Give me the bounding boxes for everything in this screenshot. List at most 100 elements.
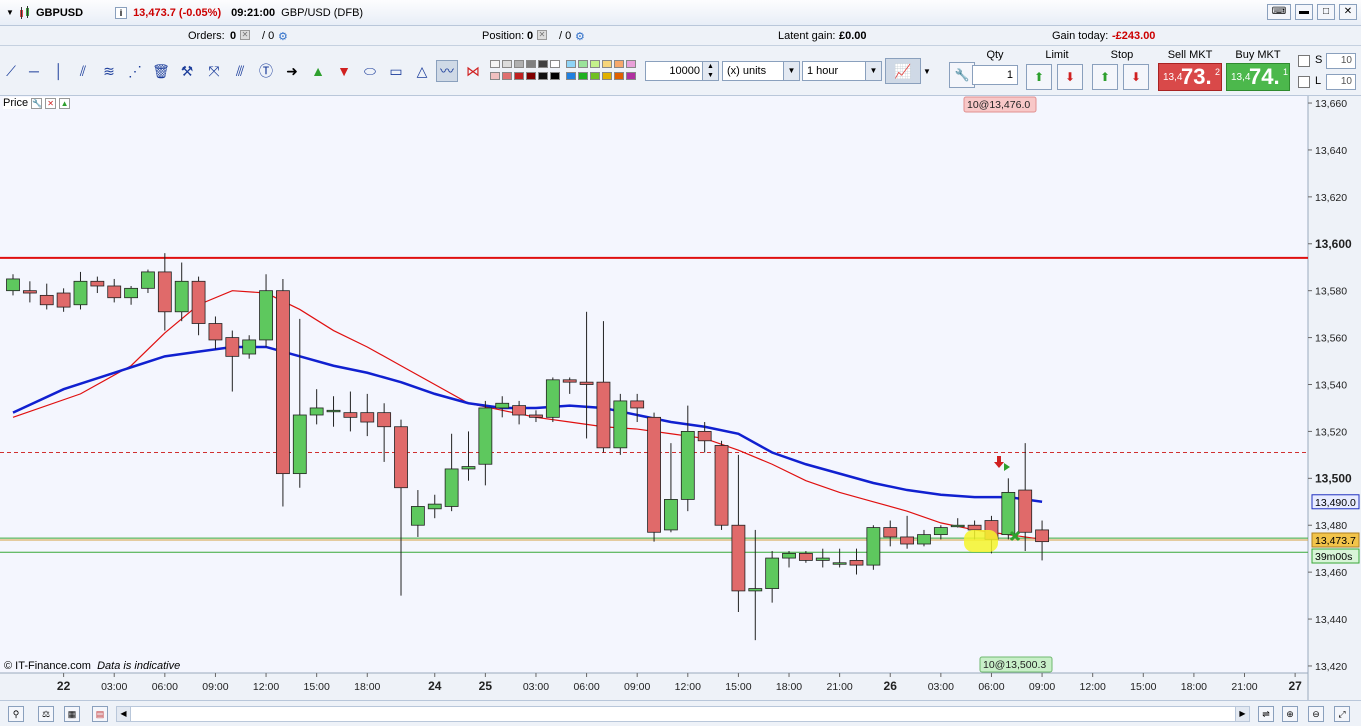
qty-label: Qty	[986, 49, 1004, 61]
indicators-icon[interactable]: 📈	[885, 58, 921, 84]
candle-body	[495, 402, 510, 409]
orders-clear-icon[interactable]: ✕	[240, 30, 250, 40]
position-value: 0	[527, 30, 534, 42]
minimize-icon[interactable]: ▬	[1295, 4, 1313, 20]
position-settings-gear-icon[interactable]: ⚙	[575, 30, 585, 43]
buy-price-prefix: 13,4	[1231, 72, 1251, 83]
y-tick-label: 13,620	[1315, 192, 1347, 204]
units-dropdown-icon[interactable]: ▼	[783, 62, 799, 80]
zoom-in-icon[interactable]: ⊕	[1282, 706, 1298, 722]
candle-body	[292, 414, 307, 475]
timeframe-dropdown-icon[interactable]: ▼	[865, 62, 881, 80]
x-tick-label: 03:00	[928, 681, 954, 693]
time-scrollbar[interactable]: ◀ ▶	[116, 706, 1250, 722]
limit-checkbox[interactable]	[1298, 76, 1310, 88]
candle-body	[866, 527, 881, 566]
pattern-tool-icon[interactable]: ⋈	[462, 60, 484, 82]
text-tool-icon[interactable]: Ⓣ	[255, 60, 277, 82]
units-select[interactable]: (x) units ▼	[722, 61, 800, 81]
qty-input[interactable]: 1	[972, 65, 1018, 85]
bottom-bar: ⚲ ⚖ ▦ ▤ ◀ ▶ ⇌ ⊕ ⊖ ⤢	[0, 700, 1361, 726]
price-chart[interactable]: 13,660 13,640 13,620 13,600 13,580 13,560 13,5…	[0, 96, 1361, 700]
candle-body	[259, 290, 273, 341]
copyright-note: © IT-Finance.com Data is indicative	[4, 660, 180, 672]
price-change: 13,473.7 (-0.05%)	[133, 6, 222, 19]
position-label: Position:	[482, 30, 525, 42]
rectangle-tool-icon[interactable]: ▭	[385, 60, 407, 82]
limit-distance-input[interactable]: 10	[1326, 74, 1356, 90]
bars-icon[interactable]: ▤	[92, 706, 108, 722]
y-tick-label: 13,440	[1315, 614, 1347, 626]
scroll-left-icon[interactable]: ◀	[117, 707, 131, 721]
candle-timer-tag: 39m00s	[1315, 551, 1352, 563]
candle-body	[714, 445, 729, 526]
x-tick-label: 12:00	[675, 681, 701, 693]
orders-settings-gear-icon[interactable]: ⚙	[278, 30, 288, 43]
tools-settings-icon[interactable]: ⚒	[176, 60, 198, 82]
line-tool-icon[interactable]: ⟋	[0, 60, 22, 82]
maximize-icon[interactable]: □	[1317, 4, 1335, 20]
panel-up-icon[interactable]: ▲	[59, 97, 71, 109]
panel-settings-wrench-icon[interactable]: 🔧	[31, 97, 43, 109]
triangle-tool-icon[interactable]: △	[411, 60, 433, 82]
gann-tool-icon[interactable]: ⫻	[229, 60, 251, 82]
candle-body	[1001, 491, 1016, 536]
buy-market-button[interactable]: 13,4 74. 1	[1226, 63, 1290, 91]
ellipse-tool-icon[interactable]: ⬭	[359, 60, 381, 82]
candle-body	[124, 287, 138, 299]
link-icon[interactable]: ⚲	[8, 706, 24, 722]
color-palette[interactable]	[490, 60, 640, 84]
chart-type-icon[interactable]: ⇌	[1258, 706, 1274, 722]
position-clear-icon[interactable]: ✕	[537, 30, 547, 40]
zigzag-tool-icon[interactable]: 〰	[436, 60, 458, 82]
buy-price-pip: 1	[1283, 67, 1289, 77]
quantity-stepper[interactable]: 10000 ▲ ▼	[645, 61, 719, 81]
delete-drawings-icon[interactable]: 🗑	[150, 60, 172, 82]
arrow-right-tool-icon[interactable]: ➜	[281, 60, 303, 82]
panel-close-icon[interactable]: ✕	[45, 97, 57, 109]
y-tick-label: 13,500	[1315, 471, 1352, 485]
gain-today-value: -£243.00	[1112, 30, 1156, 42]
zoom-out-icon[interactable]: ⊖	[1308, 706, 1324, 722]
y-tick-label: 13,580	[1315, 286, 1347, 298]
indicators-dropdown-icon[interactable]: ▼	[921, 60, 933, 82]
price-axis	[1308, 96, 1361, 700]
candle-body	[191, 280, 206, 324]
timeframe-select[interactable]: 1 hour ▼	[802, 61, 882, 81]
arrow-up-tool-icon[interactable]: ▲	[307, 60, 329, 82]
vertical-line-tool-icon[interactable]: │	[48, 60, 70, 82]
stop-sell-icon[interactable]: ⬇	[1123, 64, 1149, 90]
reset-zoom-icon[interactable]: ⤢	[1334, 706, 1350, 722]
stop-buy-icon[interactable]: ⬆	[1092, 64, 1118, 90]
window-menu-arrow-icon[interactable]: ▼	[2, 8, 18, 17]
chart-area[interactable]: 13,660 13,640 13,620 13,600 13,580 13,560 13,5…	[0, 96, 1361, 700]
horizontal-line-tool-icon[interactable]: ─	[23, 60, 45, 82]
keyboard-icon[interactable]: ⌨	[1267, 4, 1291, 20]
candle-body	[242, 339, 257, 355]
orders-label: Orders:	[188, 30, 225, 42]
candle-body	[157, 271, 172, 313]
fibonacci-tool-icon[interactable]: ≋	[98, 60, 120, 82]
gain-today-label: Gain today:	[1052, 30, 1109, 42]
candle-chart-icon	[20, 5, 29, 19]
info-icon[interactable]: i	[115, 6, 128, 19]
limit-buy-icon[interactable]: ⬆	[1026, 64, 1052, 90]
candle-body	[529, 414, 543, 418]
scale-icon[interactable]: ⚖	[38, 706, 54, 722]
close-icon[interactable]: ✕	[1339, 4, 1357, 20]
stepper-arrows-icon[interactable]: ▲ ▼	[702, 62, 718, 80]
scroll-right-icon[interactable]: ▶	[1235, 707, 1249, 721]
candle-body	[630, 400, 645, 409]
cross-tool-icon[interactable]: ⤧	[203, 60, 225, 82]
y-tick-label: 13,600	[1315, 237, 1352, 251]
arrow-down-tool-icon[interactable]: ▼	[333, 60, 355, 82]
x-tick-label: 06:00	[978, 681, 1004, 693]
channel-tool-icon[interactable]: ⫽	[72, 60, 94, 82]
sell-market-button[interactable]: 13,4 73. 2	[1158, 63, 1222, 91]
stop-checkbox[interactable]	[1298, 55, 1310, 67]
stop-distance-input[interactable]: 10	[1326, 53, 1356, 69]
grid-icon[interactable]: ▦	[64, 706, 80, 722]
limit-sell-icon[interactable]: ⬇	[1057, 64, 1083, 90]
buy-price-main: 74.	[1249, 64, 1280, 89]
fan-tool-icon[interactable]: ⋰	[124, 60, 146, 82]
